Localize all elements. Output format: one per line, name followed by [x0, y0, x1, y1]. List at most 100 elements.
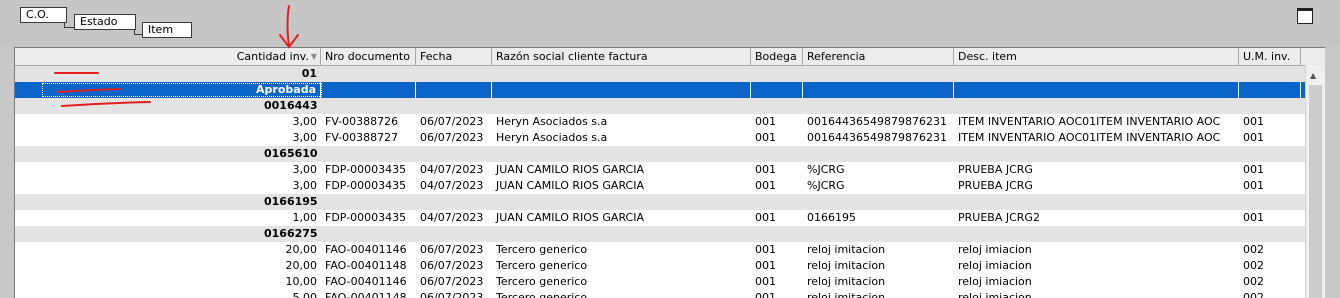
group-label: 0016443 [264, 99, 318, 112]
vertical-scrollbar[interactable]: ▲ [1305, 65, 1325, 298]
cell-razon-social: Heryn Asociados s.a [496, 131, 608, 144]
table-row[interactable]: 20,00 FAO-00401146 06/07/2023 Tercero gener… [15, 242, 1305, 258]
table-row[interactable]: 10,00 FAO-00401146 06/07/2023 Tercero gener… [15, 274, 1305, 290]
cell-fecha: 04/07/2023 [420, 179, 484, 192]
cell-fecha: 06/07/2023 [420, 243, 484, 256]
cell-bodega: 001 [755, 275, 776, 288]
cell-nro-documento [321, 82, 416, 98]
cell-bodega: 001 [755, 163, 776, 176]
sort-descending-icon: ▼ [310, 52, 317, 61]
table-row[interactable]: 3,00 FV-00388726 06/07/2023 Heryn Asociados… [15, 114, 1305, 130]
cell-fecha: 04/07/2023 [420, 163, 484, 176]
cell-cantidad: 3,00 [292, 115, 318, 128]
cell-cantidad: 20,00 [285, 243, 318, 256]
group-label: 0166195 [264, 195, 318, 208]
cell-referencia [803, 82, 954, 98]
table-row[interactable]: 3,00 FV-00388727 06/07/2023 Heryn Asociados… [15, 130, 1305, 146]
group-chip-co[interactable]: C.O. [20, 7, 67, 23]
group-row-selected[interactable]: Aprobada [15, 82, 1305, 98]
cell-razon-social: JUAN CAMILO RIOS GARCIA [496, 163, 644, 176]
cell-bodega: 001 [755, 211, 776, 224]
cell-um-inv: 001 [1243, 131, 1264, 144]
group-by-area: C.O. Estado Item [0, 0, 1340, 47]
cell-razon-social: JUAN CAMILO RIOS GARCIA [496, 179, 644, 192]
cell-desc-item: ITEM INVENTARIO AOC01ITEM INVENTARIO AOC [958, 115, 1221, 128]
cell-nro-documento: FAO-00401146 [325, 275, 407, 288]
cell-nro-documento: FV-00388727 [325, 131, 399, 144]
cell-um-inv: 001 [1243, 179, 1264, 192]
cell-referencia: reloj imitacion [807, 243, 886, 256]
group-chip-item[interactable]: Item [142, 22, 192, 38]
cell-referencia: 00164436549879876231 [807, 115, 947, 128]
group-label: Aprobada [15, 82, 321, 98]
column-header-desc-item[interactable]: Desc. item [954, 48, 1239, 65]
cell-razon-social: Tercero generico [496, 259, 588, 272]
cell-desc-item: PRUEBA JCRG [958, 163, 1033, 176]
cell-fecha: 06/07/2023 [420, 115, 484, 128]
cell-razon-social: Tercero generico [496, 275, 588, 288]
scrollbar-thumb[interactable] [1309, 85, 1322, 298]
column-header-label: Cantidad inv. [236, 50, 309, 63]
table-row[interactable]: 3,00 FDP-00003435 04/07/2023 JUAN CAMILO RI… [15, 162, 1305, 178]
table-row[interactable]: 3,00 FDP-00003435 04/07/2023 JUAN CAMILO RI… [15, 178, 1305, 194]
restore-window-icon[interactable] [1297, 8, 1313, 24]
cell-razon-social [492, 82, 751, 98]
cell-referencia: 00164436549879876231 [807, 131, 947, 144]
cell-desc-item: PRUEBA JCRG [958, 179, 1033, 192]
column-header-cantidad[interactable]: Cantidad inv. ▼ [15, 48, 321, 65]
cell-desc-item: reloj imiacion [958, 259, 1032, 272]
group-row[interactable]: 0166275 [15, 226, 1305, 242]
cell-fecha: 04/07/2023 [420, 211, 484, 224]
group-row[interactable]: 0165610 [15, 146, 1305, 162]
group-row[interactable]: 01 [15, 66, 1305, 82]
cell-cantidad: 20,00 [285, 259, 318, 272]
group-label: 0165610 [264, 147, 318, 160]
column-header-bodega[interactable]: Bodega [751, 48, 803, 65]
cell-um-inv: 002 [1243, 275, 1264, 288]
cell-razon-social: Heryn Asociados s.a [496, 115, 608, 128]
column-header-nro-documento[interactable]: Nro documento [321, 48, 416, 65]
table-row[interactable]: 20,00 FAO-00401148 06/07/2023 Tercero gener… [15, 258, 1305, 274]
cell-fecha: 06/07/2023 [420, 275, 484, 288]
cell-desc-item [954, 82, 1239, 98]
cell-um-inv: 002 [1243, 243, 1264, 256]
cell-fecha [416, 82, 492, 98]
group-chip-estado[interactable]: Estado [74, 14, 136, 30]
group-row[interactable]: 0166195 [15, 194, 1305, 210]
cell-razon-social: Tercero generico [496, 243, 588, 256]
group-label: 01 [301, 67, 317, 80]
cell-bodega: 001 [755, 131, 776, 144]
cell-cantidad: 1,00 [292, 211, 318, 224]
cell-cantidad: 3,00 [292, 179, 318, 192]
cell-um-inv [1239, 82, 1301, 98]
cell-bodega: 001 [755, 243, 776, 256]
cell-nro-documento: FAO-00401146 [325, 243, 407, 256]
cell-bodega: 001 [755, 259, 776, 272]
column-header-referencia[interactable]: Referencia [803, 48, 954, 65]
cell-referencia: 0166195 [807, 211, 856, 224]
cell-nro-documento: FV-00388726 [325, 115, 399, 128]
cell-desc-item: PRUEBA JCRG2 [958, 211, 1040, 224]
column-header-razon-social[interactable]: Razón social cliente factura [492, 48, 751, 65]
cell-nro-documento: FDP-00003435 [325, 163, 407, 176]
column-header-fecha[interactable]: Fecha [416, 48, 492, 65]
cell-referencia: %JCRG [807, 163, 845, 176]
cell-referencia: reloj imitacion [807, 275, 886, 288]
grid-header: Cantidad inv. ▼ Nro documento Fecha Razón… [15, 48, 1325, 66]
table-row[interactable]: 1,00 FDP-00003435 04/07/2023 JUAN CAMILO RI… [15, 210, 1305, 226]
cell-bodega: 001 [755, 115, 776, 128]
column-header-um-inv[interactable]: U.M. inv. [1239, 48, 1301, 65]
cell-referencia: %JCRG [807, 179, 845, 192]
cell-fecha: 06/07/2023 [420, 259, 484, 272]
cell-desc-item: reloj imiacion [958, 275, 1032, 288]
group-row[interactable]: 0016443 [15, 98, 1305, 114]
cell-desc-item: ITEM INVENTARIO AOC01ITEM INVENTARIO AOC [958, 131, 1221, 144]
cell-bodega: 001 [755, 179, 776, 192]
cell-cantidad: 3,00 [292, 163, 318, 176]
cell-bodega [751, 82, 803, 98]
cell-um-inv: 002 [1243, 259, 1264, 272]
cell-nro-documento: FAO-00401148 [325, 259, 407, 272]
cell-nro-documento: FDP-00003435 [325, 211, 407, 224]
cell-cantidad: 10,00 [285, 275, 318, 288]
scroll-up-arrow-icon[interactable]: ▲ [1310, 71, 1316, 80]
